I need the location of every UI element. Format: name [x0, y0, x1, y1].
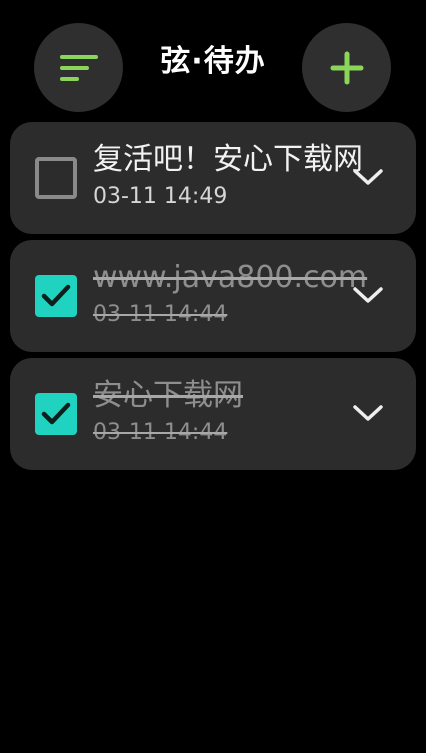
todo-time: 03-11 14:44: [93, 420, 228, 445]
chevron-down-icon[interactable]: [351, 402, 385, 424]
todo-item[interactable]: www.java800.com 03-11 14:44: [10, 240, 416, 352]
todo-content: 复活吧！安心下载网 03-11 14:49: [93, 140, 393, 212]
todo-item[interactable]: 复活吧！安心下载网 03-11 14:49: [10, 122, 416, 234]
todo-list: 复活吧！安心下载网 03-11 14:49 www.java800.com 03…: [10, 122, 416, 476]
todo-checkbox[interactable]: [35, 275, 77, 317]
todo-time: 03-11 14:49: [93, 184, 228, 209]
todo-title: www.java800.com: [93, 260, 368, 295]
chevron-down-icon[interactable]: [351, 166, 385, 188]
todo-item[interactable]: 安心下载网 03-11 14:44: [10, 358, 416, 470]
app-header: 弦·待办: [0, 0, 426, 118]
checkmark-icon: [41, 402, 71, 425]
todo-title: 复活吧！安心下载网: [93, 142, 363, 177]
page-title: 弦·待办: [160, 44, 266, 79]
add-todo-button[interactable]: [302, 23, 391, 112]
todo-checkbox[interactable]: [35, 157, 77, 199]
checkmark-icon: [41, 284, 71, 307]
todo-content: 安心下载网 03-11 14:44: [93, 376, 393, 448]
todo-time: 03-11 14:44: [93, 302, 228, 327]
sort-lines-icon: [59, 54, 98, 81]
chevron-down-icon[interactable]: [351, 284, 385, 306]
todo-title: 安心下载网: [93, 378, 243, 413]
sort-menu-button[interactable]: [34, 23, 123, 112]
todo-checkbox[interactable]: [35, 393, 77, 435]
todo-content: www.java800.com 03-11 14:44: [93, 258, 393, 330]
plus-icon: [330, 51, 363, 84]
